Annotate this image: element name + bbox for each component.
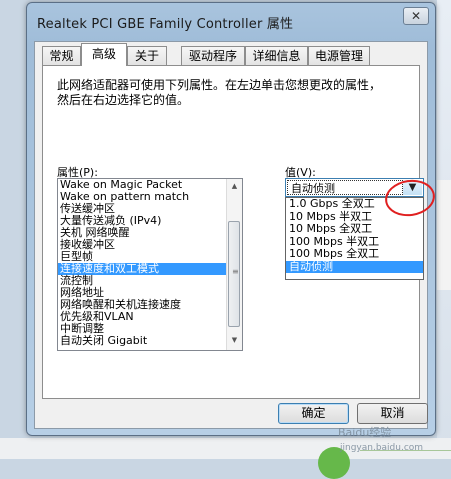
- close-button[interactable]: ✕: [403, 7, 429, 25]
- description-text: 此网络适配器可使用下列属性。在左边单击您想更改的属性， 然后在右边选择它的值。: [57, 78, 407, 108]
- watermark: Baidu经验 jingyan.baidu.com: [338, 424, 451, 453]
- property-scrollbar[interactable]: ▲ ≡ ▼: [226, 179, 242, 350]
- tab-power-management[interactable]: 电源管理: [308, 46, 370, 65]
- properties-dialog: Realtek PCI GBE Family Controller 属性 ✕ 常…: [26, 2, 438, 436]
- advanced-tab-panel: 此网络适配器可使用下列属性。在左边单击您想更改的属性， 然后在右边选择它的值。 …: [42, 65, 438, 399]
- tab-general[interactable]: 常规: [42, 46, 81, 65]
- close-icon: ✕: [410, 9, 422, 23]
- description-line-2: 然后在右边选择它的值。: [57, 93, 190, 107]
- dropdown-option[interactable]: 10 Mbps 全双工: [286, 222, 423, 236]
- arrow-down-icon[interactable]: ▼: [229, 335, 240, 346]
- tab-about[interactable]: 关于: [127, 46, 167, 65]
- background-panel: [437, 180, 451, 290]
- description-line-1: 此网络适配器可使用下列属性。在左边单击您想更改的属性，: [57, 78, 382, 92]
- tab-details[interactable]: 详细信息: [245, 46, 308, 65]
- tab-driver[interactable]: 驱动程序: [181, 46, 245, 65]
- watermark-main: Baidu经验: [338, 426, 392, 439]
- cancel-button[interactable]: 取消: [357, 403, 428, 424]
- grip-icon: ≡: [232, 267, 239, 276]
- window-title: Realtek PCI GBE Family Controller 属性: [37, 17, 294, 32]
- property-list[interactable]: Wake on Magic Packet Wake on pattern matc…: [57, 178, 243, 351]
- arrow-up-icon[interactable]: ▲: [229, 181, 240, 192]
- property-items: Wake on Magic Packet Wake on pattern matc…: [58, 179, 242, 347]
- dropdown-option[interactable]: 100 Mbps 全双工: [286, 247, 423, 261]
- scrollbar-thumb[interactable]: ≡: [228, 221, 240, 327]
- tab-advanced[interactable]: 高级: [81, 43, 127, 66]
- watermark-sub: jingyan.baidu.com: [340, 443, 424, 453]
- dialog-client-area: 常规 高级 关于 驱动程序 详细信息 电源管理 此网络适配器可使用下列属性。在左…: [34, 41, 438, 429]
- list-item[interactable]: 自动关闭 Gigabit: [58, 335, 242, 347]
- ok-button[interactable]: 确定: [278, 403, 349, 424]
- dropdown-option[interactable]: 自动侦测: [286, 260, 423, 273]
